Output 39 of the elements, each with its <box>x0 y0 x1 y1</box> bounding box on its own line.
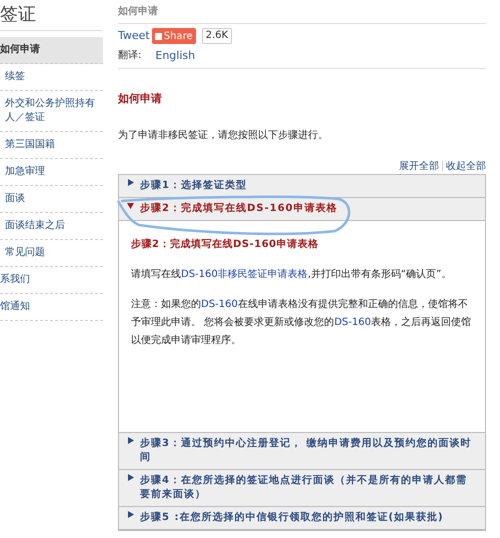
share-count: 2.6K <box>202 28 232 44</box>
sidebar-title: 签证 <box>0 2 103 31</box>
step-header[interactable]: 步骤1：选择签证类型 <box>119 174 485 198</box>
paragraph: 请填写在线DS-160非移民签证申请表格,并打印出带有条形码“确认页”。 <box>131 268 452 282</box>
step-header[interactable]: 步骤4：在您所选择的签证地点进行面谈（并不是所有的申请人都需要前来面谈） <box>119 470 485 506</box>
form-link[interactable]: DS-160非移民签证申请表格 <box>181 268 308 280</box>
sidebar-item[interactable]: 面谈结束之后 <box>0 213 103 240</box>
sidebar-item[interactable]: 加急审理 <box>0 159 103 186</box>
paragraph: 注意：如果您的DS-160在线申请表格没有提供完整和正确的信息，使馆将不予审理此申请。 您将会被要求更新或修改您的DS-160表格，之后再返回使馆以便完成申请审理程序。 <box>131 298 472 348</box>
step-title: 步骤2：完成填写在线DS-160申请表格 <box>140 202 338 216</box>
page-heading: 如何申请 <box>118 91 163 107</box>
sidebar-item[interactable]: 馆通知 <box>0 294 103 321</box>
expand-all-link[interactable]: 展开全部 <box>399 158 439 174</box>
caret-right-icon <box>127 178 134 186</box>
sidebar-item[interactable]: 如何申请 <box>0 37 103 64</box>
caret-right-icon <box>127 436 134 444</box>
translate-label: 翻译: <box>118 48 142 62</box>
step-title: 步骤3：通过预约中心注册登记， 缴纳申请费用以及预约您的面谈时间 <box>140 436 472 464</box>
step-header[interactable]: 步骤5 :在您所选择的中信银行领取您的护照和签证(如果获批) <box>119 506 485 530</box>
caret-down-icon <box>127 202 134 208</box>
sidebar-item[interactable]: 系我们 <box>0 267 103 294</box>
collapse-all-link[interactable]: 收起全部 <box>446 158 486 174</box>
step-header[interactable]: 步骤2：完成填写在线DS-160申请表格 <box>119 198 485 220</box>
breadcrumb: 如何申请 <box>118 5 486 24</box>
step-heading: 步骤2：完成填写在线DS-160申请表格 <box>131 237 320 252</box>
sidebar-item[interactable]: 续签 <box>0 64 103 91</box>
english-link[interactable]: English <box>155 48 196 64</box>
step-title: 步骤4：在您所选择的签证地点进行面谈（并不是所有的申请人都需要前来面谈） <box>140 474 468 502</box>
intro-text: 为了申请非移民签证，请您按照以下步骤进行。 <box>118 128 329 142</box>
sidebar-item[interactable]: 面谈 <box>0 186 103 213</box>
sidebar-item[interactable]: 常见问题 <box>0 240 103 267</box>
tweet-link[interactable]: Tweet <box>118 28 150 44</box>
sidebar-item[interactable]: 第三国国籍 <box>0 132 103 159</box>
sidebar-item[interactable]: 外交和公务护照持有人／签证 <box>0 91 103 132</box>
step-title: 步骤1：选择签证类型 <box>140 178 247 192</box>
caret-right-icon <box>127 510 134 518</box>
step-header[interactable]: 步骤3：通过预约中心注册登记， 缴纳申请费用以及预约您的面谈时间 <box>119 432 485 470</box>
caret-right-icon <box>127 474 134 480</box>
step-title: 步骤5 :在您所选择的中信银行领取您的护照和签证(如果获批) <box>140 510 444 524</box>
